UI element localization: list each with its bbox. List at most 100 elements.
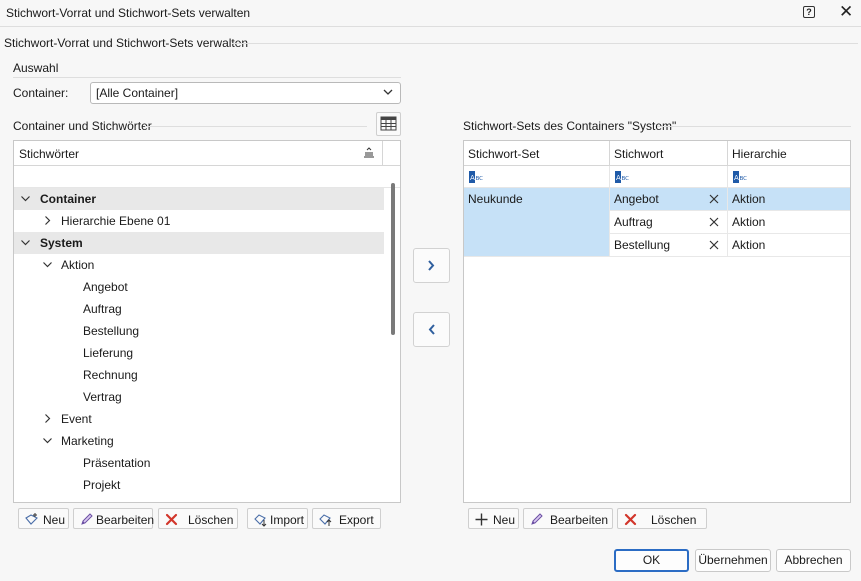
table-icon: [380, 116, 397, 131]
dialog-header: Stichwort-Vorrat und Stichwort-Sets verw…: [4, 36, 249, 50]
tree-row[interactable]: Angebot: [14, 276, 384, 298]
pencil-icon: [81, 513, 93, 525]
new-keyword-icon: [25, 513, 38, 525]
set-edit-label: Bearbeiten: [550, 513, 609, 527]
table-view-button[interactable]: [376, 112, 401, 136]
tree-edit-button[interactable]: Bearbeiten: [73, 508, 155, 529]
column-header-hierarchy[interactable]: Hierarchie: [728, 141, 850, 166]
tree-delete-label: Löschen: [188, 513, 234, 527]
tree-import-button[interactable]: Import: [247, 508, 308, 529]
chevron-down-icon[interactable]: [42, 435, 53, 446]
svg-text:A: A: [470, 174, 475, 182]
import-icon: [254, 514, 267, 527]
tree-row[interactable]: Vertrag: [14, 386, 384, 408]
tree-row[interactable]: Event: [14, 408, 384, 430]
column-header-keyword[interactable]: Stichwort: [610, 141, 728, 166]
tree-column-header-label: Stichwörter: [19, 147, 80, 161]
tree-row[interactable]: Aktion: [14, 254, 384, 276]
tree-row-label: Präsentation: [83, 456, 151, 470]
tree-row[interactable]: Bestellung: [14, 320, 384, 342]
window-title: Stichwort-Vorrat und Stichwort-Sets verw…: [6, 6, 251, 20]
title-divider: [0, 26, 861, 27]
filter-hierarchy[interactable]: A BC: [728, 166, 850, 188]
tree-new-button[interactable]: Neu: [18, 508, 69, 529]
tree-row[interactable]: Marketing: [14, 430, 384, 452]
chevron-down-icon: [383, 89, 393, 95]
remove-x-icon[interactable]: [709, 240, 719, 250]
keyword-tree[interactable]: Stichwörter Container Hierarchie Ebene 01…: [13, 140, 401, 503]
set-name-cell[interactable]: Neukunde: [464, 188, 610, 257]
tree-row[interactable]: Lieferung: [14, 342, 384, 364]
set-hierarchy-cell[interactable]: Aktion: [728, 211, 850, 234]
chevron-right-icon: [428, 260, 435, 271]
close-icon[interactable]: ✕: [839, 2, 853, 22]
tree-export-button[interactable]: Export: [312, 508, 381, 529]
chevron-right-icon[interactable]: [42, 215, 53, 226]
svg-text:A: A: [734, 174, 739, 182]
tree-row-label: Rechnung: [83, 368, 138, 382]
set-keyword: Angebot: [614, 192, 659, 206]
chevron-down-icon[interactable]: [20, 237, 31, 248]
tree-group-row[interactable]: System: [14, 232, 384, 254]
tree-row[interactable]: Präsentation: [14, 452, 384, 474]
set-hierarchy-cell[interactable]: Aktion: [728, 234, 850, 257]
tree-row-label: System: [40, 236, 83, 250]
tree-row-label: Bestellung: [83, 324, 140, 338]
set-delete-label: Löschen: [651, 513, 697, 527]
tree-edit-label: Bearbeiten: [96, 513, 155, 527]
tree-column-header[interactable]: Stichwörter: [14, 141, 400, 166]
svg-text:BC: BC: [476, 176, 484, 182]
tree-group-row[interactable]: Container: [14, 188, 384, 210]
set-keyword: Bestellung: [614, 238, 671, 252]
tree-row-label: Hierarchie Ebene 01: [61, 214, 171, 228]
set-new-button[interactable]: Neu: [468, 508, 519, 529]
header-divider: [232, 43, 858, 44]
filter-keyword[interactable]: A BC: [610, 166, 728, 188]
remove-x-icon[interactable]: [709, 217, 719, 227]
tree-delete-button[interactable]: Löschen: [158, 508, 238, 529]
tree-export-label: Export: [339, 513, 374, 527]
tree-scrollbar[interactable]: [391, 183, 395, 335]
svg-text:A: A: [616, 174, 621, 182]
set-edit-button[interactable]: Bearbeiten: [523, 508, 613, 529]
remove-x-icon[interactable]: [709, 194, 719, 204]
chevron-left-icon: [428, 324, 435, 335]
tree-row[interactable]: Projekt: [14, 474, 384, 496]
tree-row[interactable]: Auftrag: [14, 298, 384, 320]
column-header-set[interactable]: Stichwort-Set: [464, 141, 610, 166]
container-select[interactable]: [Alle Container]: [90, 82, 401, 104]
set-delete-button[interactable]: Löschen: [617, 508, 707, 529]
tree-row[interactable]: Hierarchie Ebene 01: [14, 210, 384, 232]
cancel-button[interactable]: Abbrechen: [776, 549, 851, 572]
sort-icon[interactable]: [363, 147, 375, 159]
keyword-sets-grid[interactable]: Stichwort-Set Stichwort Hierarchie A BC …: [463, 140, 851, 503]
pencil-icon: [531, 513, 543, 525]
set-new-label: Neu: [493, 513, 516, 527]
tree-row-label: Vertrag: [83, 390, 122, 404]
chevron-down-icon[interactable]: [42, 259, 53, 270]
selection-divider: [13, 77, 401, 78]
set-keyword-cell[interactable]: Auftrag: [610, 211, 728, 234]
set-keyword-cell[interactable]: Bestellung: [610, 234, 728, 257]
apply-button[interactable]: Übernehmen: [695, 549, 771, 572]
selection-group-label: Auswahl: [13, 61, 59, 75]
ok-button[interactable]: OK: [614, 549, 689, 572]
set-keyword-cell[interactable]: Angebot: [610, 188, 728, 211]
filter-set[interactable]: A BC: [464, 166, 610, 188]
set-hierarchy: Aktion: [732, 215, 766, 229]
tree-row-label: Lieferung: [83, 346, 134, 360]
remove-from-set-button[interactable]: [413, 312, 450, 347]
tree-row[interactable]: Rechnung: [14, 364, 384, 386]
container-label: Container:: [13, 86, 69, 100]
set-hierarchy: Aktion: [732, 238, 766, 252]
tree-filter-row[interactable]: [14, 166, 400, 188]
set-hierarchy-cell[interactable]: Aktion: [728, 188, 850, 211]
text-filter-icon: A BC: [733, 171, 747, 183]
add-to-set-button[interactable]: [413, 248, 450, 283]
help-button[interactable]: ?: [803, 6, 815, 18]
delete-x-icon: [624, 513, 637, 526]
column-header-keyword-label: Stichwort: [614, 147, 664, 161]
chevron-right-icon[interactable]: [42, 413, 53, 424]
chevron-down-icon[interactable]: [20, 193, 31, 204]
tree-row-label: Aktion: [61, 258, 95, 272]
